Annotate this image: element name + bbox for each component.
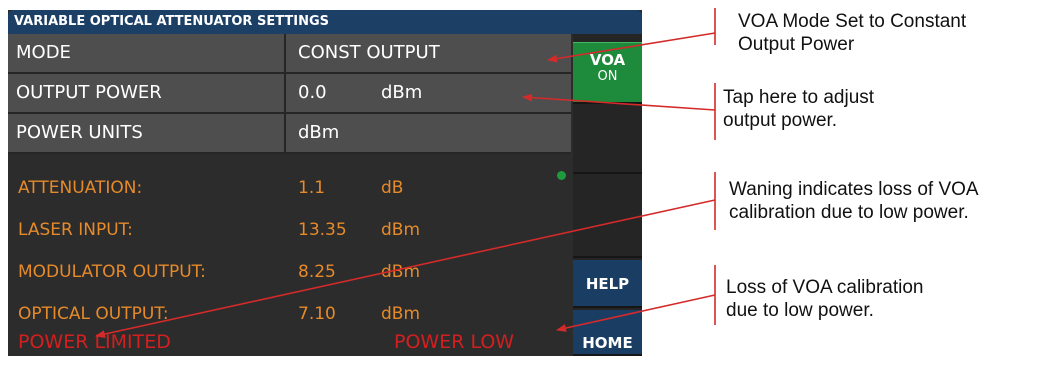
annotation-text: Waning indicates loss of VOA: [729, 179, 979, 200]
annotation-text: due to low power.: [726, 300, 874, 321]
annotation-calibration-warning: Waning indicates loss of VOA calibration…: [729, 178, 979, 224]
annotation-mode: VOA Mode Set to Constant Output Power: [738, 10, 966, 56]
annotation-text: output power.: [723, 110, 838, 131]
output-power-arrow: [522, 93, 716, 111]
annotation-text: calibration due to low power.: [729, 202, 969, 223]
annotation-text: Loss of VOA calibration: [726, 277, 924, 298]
annotation-text: Tap here to adjust: [723, 87, 875, 108]
power-low-arrow: [556, 294, 716, 332]
annotation-text: VOA Mode Set to Constant: [738, 11, 967, 32]
annotation-output-power: Tap here to adjust output power.: [723, 86, 874, 132]
annotation-text: Output Power: [738, 34, 855, 55]
mode-arrow: [547, 32, 716, 63]
annotation-calibration-loss: Loss of VOA calibration due to low power…: [726, 276, 924, 322]
